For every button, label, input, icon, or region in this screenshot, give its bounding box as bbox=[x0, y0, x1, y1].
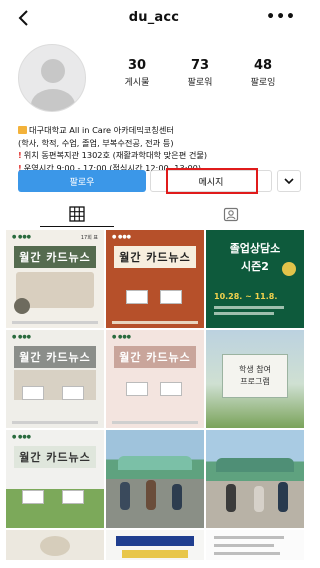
profile-actions: 팔로우 메시지 bbox=[18, 168, 302, 194]
post-text-line bbox=[214, 544, 274, 547]
post-tile[interactable] bbox=[106, 530, 204, 560]
tent-roof bbox=[118, 456, 192, 470]
post-tile[interactable]: 졸업상담소 시즌2 10.28. ~ 11.8. bbox=[206, 230, 304, 328]
post-title: 학생 참여 bbox=[239, 365, 271, 374]
tab-tagged[interactable] bbox=[154, 200, 308, 228]
following-label: 팔로잉 bbox=[250, 78, 276, 88]
post-text-line bbox=[214, 306, 284, 309]
avatar[interactable] bbox=[18, 44, 86, 112]
profile-tabs bbox=[0, 200, 308, 228]
post-footer bbox=[12, 321, 98, 324]
posts-stat[interactable]: 30 게시물 bbox=[108, 58, 166, 88]
profile-username: du_acc bbox=[128, 10, 180, 25]
person-figure bbox=[172, 484, 182, 510]
post-footer bbox=[12, 421, 98, 424]
post-text-line bbox=[214, 552, 280, 555]
post-tag-label: ● ●●● bbox=[12, 434, 32, 440]
post-tile[interactable]: 학생 참여 프로그램 bbox=[206, 330, 304, 428]
post-tag-label: ● ●●● bbox=[12, 334, 32, 340]
grid-row bbox=[6, 530, 308, 560]
post-text-line bbox=[214, 536, 284, 539]
follow-button[interactable]: 팔로우 bbox=[18, 170, 146, 192]
post-tile[interactable]: ● ●●● 월간 카드뉴스 bbox=[106, 230, 204, 328]
post-card bbox=[160, 382, 182, 396]
post-subtitle: 프로그램 bbox=[240, 377, 270, 386]
post-decoration bbox=[14, 298, 30, 314]
post-title: 월간 카드뉴스 bbox=[14, 446, 96, 468]
post-card bbox=[22, 386, 44, 400]
default-avatar-icon bbox=[31, 59, 75, 111]
grid-row: ● ●●● 월간 카드뉴스 bbox=[6, 430, 308, 528]
post-tag-label: ● ●●● bbox=[112, 334, 132, 340]
active-tab-indicator bbox=[40, 226, 114, 227]
suggested-dropdown-button[interactable] bbox=[277, 170, 301, 192]
post-tag-label: ● ●●● bbox=[12, 234, 32, 240]
exclamation-icon: ! bbox=[18, 150, 22, 161]
followers-count: 73 bbox=[190, 58, 210, 73]
post-tile[interactable]: ● ●●● 월간 카드뉴스 bbox=[6, 330, 104, 428]
message-button[interactable]: 메시지 bbox=[150, 170, 272, 192]
person-figure bbox=[146, 480, 156, 510]
grid-row: ● ●●● 17회 표 월간 카드뉴스 ● ●●● 월간 카드뉴스 졸업상담소 … bbox=[6, 230, 308, 328]
following-count: 48 bbox=[253, 58, 273, 73]
person-figure bbox=[278, 482, 288, 512]
post-card bbox=[126, 382, 148, 396]
post-tile[interactable] bbox=[106, 430, 204, 528]
following-stat[interactable]: 48 팔로잉 bbox=[234, 58, 292, 88]
tent-roof bbox=[216, 458, 294, 472]
followers-stat[interactable]: 73 팔로워 bbox=[171, 58, 229, 88]
post-footer bbox=[112, 421, 198, 424]
post-title: 월간 카드뉴스 bbox=[14, 346, 96, 368]
tagged-person-icon bbox=[223, 207, 239, 222]
post-footer bbox=[112, 321, 198, 324]
post-card bbox=[22, 490, 44, 504]
bio-line-3: 위치 동편복지관 1302호 (재활과학대학 맞은편 건물) bbox=[23, 150, 208, 161]
posts-label: 게시물 bbox=[124, 78, 150, 88]
post-title: 졸업상담소 bbox=[229, 242, 281, 255]
post-dates: 10.28. ~ 11.8. bbox=[214, 292, 278, 301]
more-options-icon[interactable]: ••• bbox=[266, 9, 296, 25]
post-card bbox=[160, 290, 182, 304]
bio-line-1: 대구대학교 All in Care 아카데믹코칭센터 bbox=[29, 125, 174, 135]
post-tile[interactable]: ● ●●● 월간 카드뉴스 bbox=[6, 430, 104, 528]
person-figure bbox=[120, 482, 130, 510]
person-figure bbox=[226, 484, 236, 512]
post-card bbox=[62, 490, 84, 504]
grid-icon bbox=[69, 206, 85, 222]
post-tag-17: 17회 표 bbox=[80, 235, 98, 241]
post-tile[interactable]: ● ●●● 17회 표 월간 카드뉴스 bbox=[6, 230, 104, 328]
grid-row: ● ●●● 월간 카드뉴스 ● ●●● 월간 카드뉴스 학생 참여 프로그램 bbox=[6, 330, 308, 428]
post-image bbox=[40, 536, 70, 556]
post-tile[interactable] bbox=[6, 530, 104, 560]
post-tile[interactable] bbox=[206, 530, 304, 560]
profile-stats: 30 게시물 73 팔로워 48 팔로잉 bbox=[102, 58, 298, 88]
post-title: 월간 카드뉴스 bbox=[114, 346, 196, 368]
profile-bio: 대구대학교 All in Care 아카데믹코칭센터 (학사, 학적, 수업, … bbox=[18, 124, 298, 174]
person-figure bbox=[254, 486, 264, 512]
post-banner bbox=[122, 550, 188, 558]
post-tag-label: ● ●●● bbox=[112, 234, 132, 240]
post-title: 월간 카드뉴스 bbox=[114, 246, 196, 268]
center-logo-icon bbox=[18, 126, 27, 134]
post-banner bbox=[116, 536, 194, 546]
post-title: 월간 카드뉴스 bbox=[14, 246, 96, 268]
post-tile[interactable] bbox=[206, 430, 304, 528]
top-bar: du_acc ••• bbox=[0, 0, 308, 36]
posts-grid: ● ●●● 17회 표 월간 카드뉴스 ● ●●● 월간 카드뉴스 졸업상담소 … bbox=[6, 230, 308, 562]
post-card bbox=[62, 386, 84, 400]
post-tile[interactable]: ● ●●● 월간 카드뉴스 bbox=[106, 330, 204, 428]
tab-posts-grid[interactable] bbox=[0, 200, 154, 228]
post-decoration bbox=[282, 262, 296, 276]
chevron-down-icon bbox=[284, 178, 294, 185]
post-text-line bbox=[214, 312, 274, 315]
post-card bbox=[126, 290, 148, 304]
bio-line-2: (학사, 학적, 수업, 졸업, 부복수전공, 전과 등) bbox=[18, 137, 174, 148]
posts-count: 30 bbox=[127, 58, 147, 73]
followers-label: 팔로워 bbox=[187, 78, 213, 88]
